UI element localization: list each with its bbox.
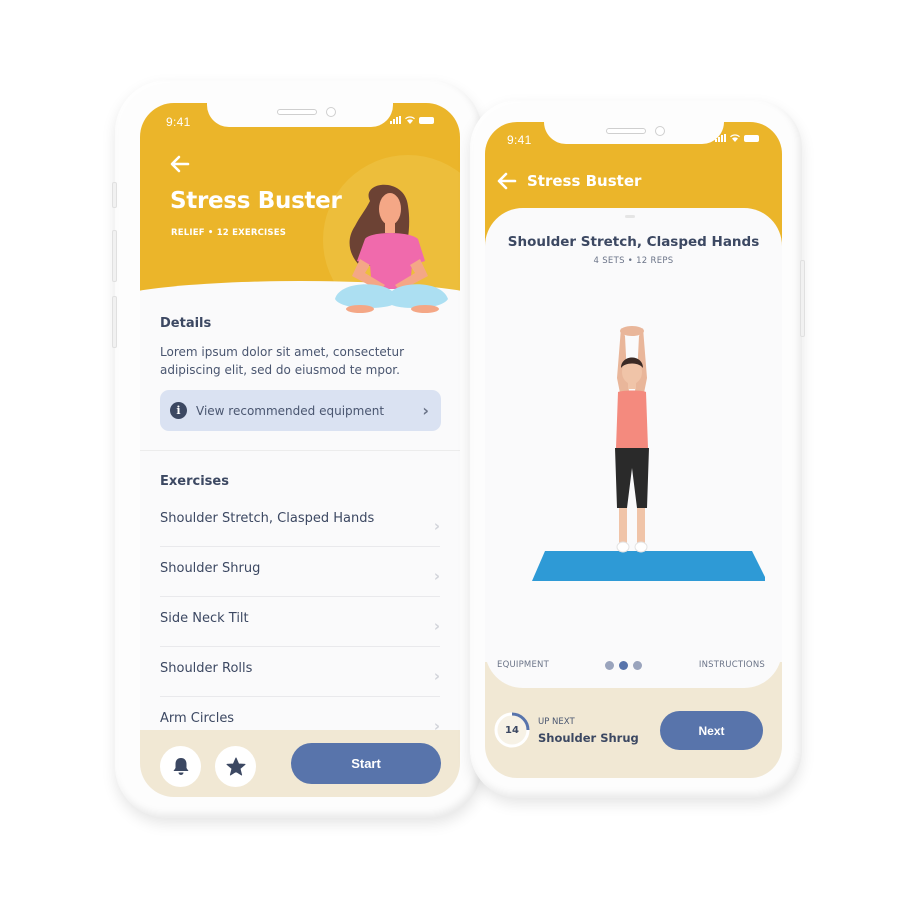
section-divider: [140, 450, 460, 451]
exercise-title: Shoulder Stretch, Clasped Hands: [507, 234, 760, 250]
exercise-screen: 9:41 Stress Buster Shoulder Stretch, Cla…: [485, 122, 782, 778]
view-equipment-label: View recommended equipment: [196, 403, 385, 418]
notch: [207, 103, 393, 127]
exercise-name: Shoulder Shrug: [160, 561, 261, 576]
mute-switch: [112, 182, 117, 208]
arrow-left-icon: [170, 155, 190, 173]
instructions-tab[interactable]: INSTRUCTIONS: [699, 660, 765, 670]
timer-value: 14: [505, 724, 519, 736]
exercise-list-item[interactable]: Shoulder Rolls ›: [160, 647, 440, 697]
back-button[interactable]: [170, 155, 190, 178]
power-button: [800, 260, 805, 337]
camera: [326, 107, 336, 117]
favorite-button[interactable]: [215, 746, 256, 787]
equipment-tab[interactable]: EQUIPMENT: [497, 660, 549, 670]
exercise-name: Shoulder Stretch, Clasped Hands: [160, 511, 375, 526]
info-icon: i: [170, 402, 187, 419]
program-subtitle: RELIEF • 12 EXERCISES: [171, 228, 287, 238]
page-dot-active[interactable]: [619, 660, 629, 670]
exercise-card: Shoulder Stretch, Clasped Hands 4 SETS •…: [485, 208, 782, 688]
star-icon: [226, 757, 245, 776]
status-icons: [390, 116, 434, 124]
volume-up-button: [112, 230, 117, 282]
view-equipment-button[interactable]: i View recommended equipment ›: [160, 390, 441, 431]
exercise-name: Side Neck Tilt: [160, 611, 249, 626]
volume-down-button: [112, 296, 117, 348]
exercise-demo-image: [532, 326, 765, 581]
signal-icon: [390, 116, 401, 124]
reminder-button[interactable]: [160, 746, 201, 787]
chevron-right-icon: ›: [433, 616, 440, 635]
battery-icon: [744, 134, 759, 142]
bottom-action-bar: Start: [140, 730, 460, 797]
bell-icon: [173, 758, 188, 775]
pager-row: EQUIPMENT INSTRUCTIONS: [497, 660, 765, 670]
page-dot[interactable]: [605, 660, 615, 670]
chevron-right-icon: ›: [433, 666, 440, 685]
status-time: 9:41: [507, 133, 532, 147]
sheet-handle[interactable]: [625, 215, 635, 218]
program-title: Stress Buster: [170, 188, 342, 214]
signal-icon: [715, 134, 726, 142]
camera: [654, 126, 665, 136]
phone-exercise: 9:41 Stress Buster Shoulder Stretch, Cla…: [470, 100, 805, 798]
program-title: Stress Buster: [527, 172, 642, 190]
notch: [543, 122, 724, 144]
arrow-left-icon: [497, 172, 517, 190]
exercise-list-item[interactable]: Shoulder Shrug ›: [160, 547, 440, 597]
exercise-meta: 4 SETS • 12 REPS: [593, 256, 674, 266]
meditation-illustration: [335, 184, 448, 313]
chevron-right-icon: ›: [422, 401, 429, 420]
exercise-list: Shoulder Stretch, Clasped Hands › Should…: [160, 497, 440, 746]
speaker: [605, 128, 646, 134]
exercise-name: Arm Circles: [160, 711, 235, 726]
chevron-right-icon: ›: [433, 566, 440, 585]
details-text: Lorem ipsum dolor sit amet, consectetur …: [160, 345, 405, 377]
up-next-label: UP NEXT: [538, 717, 575, 727]
up-next-exercise: Shoulder Shrug: [538, 731, 639, 745]
speaker: [277, 109, 317, 115]
exercise-name: Shoulder Rolls: [160, 661, 253, 676]
wifi-icon: [405, 116, 415, 124]
page-dot[interactable]: [633, 660, 643, 670]
status-icons: [715, 134, 759, 142]
chevron-right-icon: ›: [433, 516, 440, 535]
exercise-list-item[interactable]: Side Neck Tilt ›: [160, 597, 440, 647]
phone-overview: 9:41 Stress Buster RELIEF • 12 EXERCISES…: [112, 80, 482, 818]
next-button[interactable]: Next: [660, 711, 763, 750]
exercises-heading: Exercises: [160, 474, 229, 489]
overview-screen: 9:41 Stress Buster RELIEF • 12 EXERCISES…: [140, 103, 460, 797]
details-heading: Details: [160, 316, 212, 331]
start-button[interactable]: Start: [291, 743, 441, 784]
back-button[interactable]: [497, 172, 517, 195]
page-indicator: [605, 660, 643, 670]
status-time: 9:41: [166, 115, 191, 129]
exercise-list-item[interactable]: Shoulder Stretch, Clasped Hands ›: [160, 497, 440, 547]
battery-icon: [419, 116, 434, 124]
wifi-icon: [730, 134, 740, 142]
